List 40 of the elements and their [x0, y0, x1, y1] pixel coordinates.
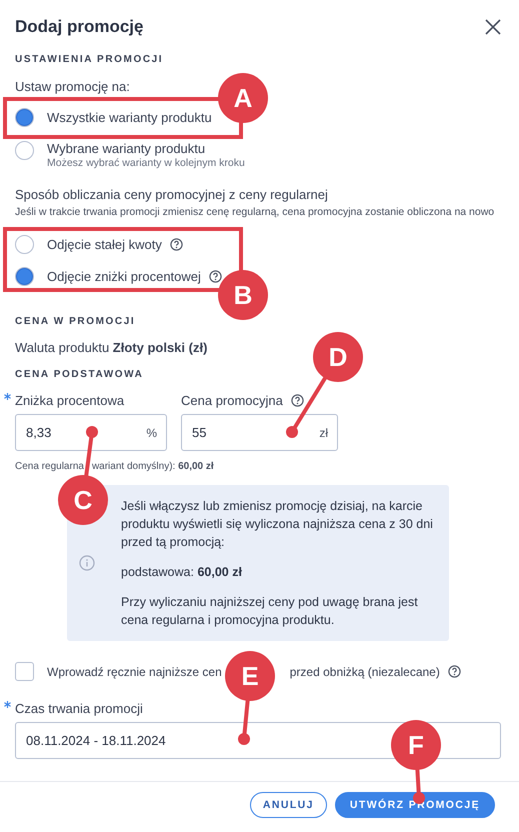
section-heading: CENA W PROMOCJI — [15, 316, 136, 327]
section-heading: CENA PODSTAWOWA — [15, 369, 144, 380]
radio-button[interactable] — [15, 267, 34, 286]
field-label: Ustaw promocję na: — [15, 79, 131, 94]
field-label: Zniżka procentowa — [15, 393, 124, 408]
field-label: Sposób obliczania ceny promocyjnej z ceny regularnej — [15, 187, 329, 202]
radio-button[interactable] — [15, 141, 34, 160]
checkbox-label: przed obniżką (niezalecane) — [290, 664, 440, 678]
checkbox[interactable] — [15, 662, 34, 681]
checkbox-label: Wprowadź ręcznie najniższe cen — [47, 664, 222, 678]
regular-price-text: wariant domyślny): 60,00 zł — [92, 461, 214, 472]
option-hint: Możesz wybrać warianty w kolejnym kroku — [47, 157, 245, 169]
regular-price-text: Cena regularna — [15, 461, 84, 472]
cancel-button[interactable]: ANULUJ — [250, 792, 327, 818]
help-icon[interactable] — [448, 665, 461, 678]
help-icon[interactable] — [290, 394, 304, 407]
dialog-title: Dodaj promocję — [15, 16, 144, 36]
create-button[interactable]: UTWÓRZ PROMOCJĘ — [334, 792, 495, 818]
field-hint: Jeśli w trakcie trwania promocji zmienisz cenę regularną, cena promocyjna zostanie obliczona na nowo — [15, 206, 496, 218]
radio-button[interactable] — [15, 108, 34, 127]
option-label: Odjęcie zniżki procentowej — [47, 269, 201, 284]
radio-button[interactable] — [15, 235, 34, 254]
field-label: Czas trwania promocji — [15, 701, 143, 716]
input-field[interactable]: 8,33 % — [15, 414, 167, 451]
callout-marker: A — [218, 73, 268, 123]
info-icon — [79, 555, 95, 571]
currency-text: Waluta produktu Złoty polski (zł) — [15, 340, 208, 355]
callout-marker: B — [218, 270, 268, 320]
info-text: podstawowa: 60,00 zł — [121, 564, 243, 581]
option-label: Wszystkie warianty produktu — [47, 110, 212, 125]
option-label: Wybrane warianty produktu — [47, 141, 206, 156]
help-icon[interactable] — [170, 238, 183, 251]
close-icon[interactable] — [483, 16, 503, 36]
help-icon[interactable] — [208, 270, 222, 283]
section-heading: USTAWIENIA PROMOCJI — [15, 54, 164, 65]
input-field[interactable]: 55 zł — [181, 414, 338, 451]
info-text: Jeśli włączysz lub zmienisz promocję dzisiaj, na karcie produktu wyświetli się wyliczona najniższa cena z 30 dni przed tą promocją: — [121, 498, 433, 551]
field-label: Cena promocyjna — [181, 393, 283, 408]
option-label: Odjęcie stałej kwoty — [47, 237, 162, 252]
info-text: Przy wyliczaniu najniższej ceny pod uwagę brana jest cena regularna i promocyjna produktu. — [121, 594, 419, 629]
